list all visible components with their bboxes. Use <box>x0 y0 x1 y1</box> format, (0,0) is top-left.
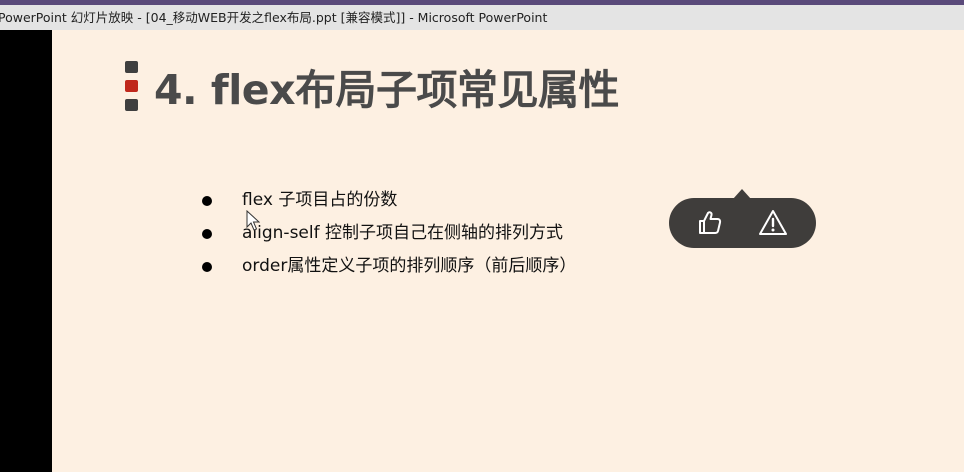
report-button[interactable] <box>757 207 789 239</box>
bullet-dot-icon <box>202 196 212 206</box>
slide-title: 4. flex布局子项常见属性 <box>154 66 620 114</box>
marker-block-top <box>125 61 138 73</box>
bullet-text: order属性定义子项的排列顺序（前后顺序） <box>242 256 577 276</box>
window-titlebar: PowerPoint 幻灯片放映 - [04_移动WEB开发之flex布局.pp… <box>0 5 964 30</box>
bullet-dot-icon <box>202 262 212 272</box>
powerpoint-window: PowerPoint 幻灯片放映 - [04_移动WEB开发之flex布局.pp… <box>0 0 964 472</box>
bullet-dot-icon <box>202 229 212 239</box>
mouse-cursor-icon <box>246 210 260 231</box>
marker-block-middle <box>125 80 138 92</box>
bullet-text: flex 子项目占的份数 <box>242 190 398 210</box>
bullet-text: align-self 控制子项自己在侧轴的排列方式 <box>242 223 563 243</box>
slide-canvas[interactable]: 4. flex布局子项常见属性 flex 子项目占的份数 align-self … <box>52 30 964 472</box>
title-marker-icon <box>125 61 138 111</box>
warning-icon <box>759 210 787 235</box>
like-button[interactable] <box>694 207 726 239</box>
window-title: PowerPoint 幻灯片放映 - [04_移动WEB开发之flex布局.pp… <box>0 10 548 25</box>
feedback-popup <box>669 189 816 248</box>
marker-block-bottom <box>125 99 138 111</box>
thumbs-up-icon <box>699 211 722 234</box>
letterbox-left <box>0 30 52 472</box>
